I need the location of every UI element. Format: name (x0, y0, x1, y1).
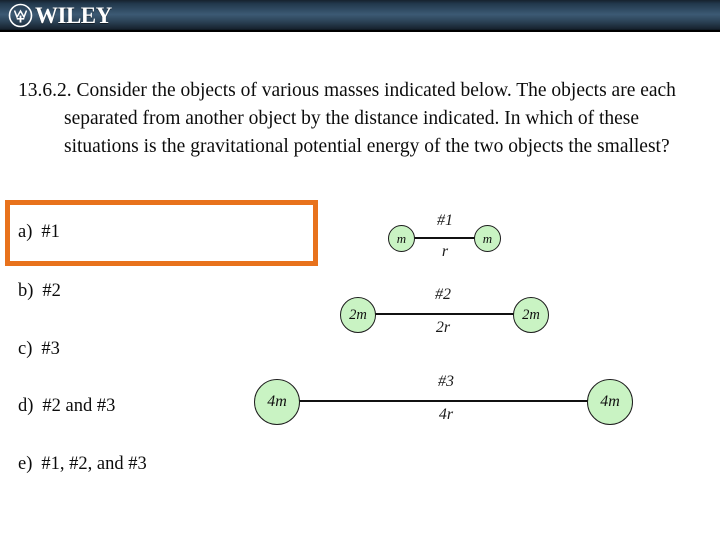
diagram-3-distance-label: 4r (438, 406, 454, 423)
question-number: 13.6.2. (18, 80, 72, 101)
wiley-header-bar: WILEY (0, 0, 720, 32)
diagram-2-separation-line (374, 313, 515, 316)
option-a[interactable]: a) #1 (18, 222, 60, 243)
diagram-1-left-mass: m (388, 225, 415, 252)
diagram-case-1: #1 m m r (380, 208, 510, 268)
wiley-circle-emblem-icon (8, 3, 33, 28)
wiley-logo: WILEY (8, 1, 112, 30)
diagram-3-left-mass: 4m (254, 379, 300, 425)
diagram-1-separation-line (413, 237, 476, 240)
option-e[interactable]: e) #1, #2, and #3 (18, 454, 147, 475)
question-paragraph: 13.6.2. Consider the objects of various … (18, 77, 708, 161)
option-e-letter: e) (18, 454, 33, 474)
diagram-3-right-mass: 4m (587, 379, 633, 425)
option-d[interactable]: d) #2 and #3 (18, 396, 115, 417)
option-c-label: #3 (41, 339, 60, 359)
diagram-2-left-mass: 2m (340, 297, 376, 333)
option-b-letter: b) (18, 281, 34, 301)
diagram-1-right-mass: m (474, 225, 501, 252)
option-c-letter: c) (18, 339, 33, 359)
option-c[interactable]: c) #3 (18, 339, 60, 360)
diagram-2-distance-label: 2r (435, 319, 451, 336)
diagram-3-separation-line (298, 400, 589, 403)
option-b-label: #2 (42, 281, 61, 301)
option-b[interactable]: b) #2 (18, 281, 61, 302)
diagram-3-top-label: #3 (438, 373, 454, 390)
diagram-case-2: #2 2m 2m 2r (336, 285, 554, 347)
diagram-2-top-label: #2 (435, 286, 451, 303)
option-e-label: #1, #2, and #3 (41, 454, 147, 474)
option-a-label: #1 (41, 222, 60, 242)
diagram-1-distance-label: r (441, 243, 449, 260)
question-body: Consider the objects of various masses i… (64, 80, 676, 157)
option-d-label: #2 and #3 (42, 396, 116, 416)
wiley-wordmark: WILEY (35, 3, 112, 28)
diagram-2-right-mass: 2m (513, 297, 549, 333)
diagram-1-top-label: #1 (437, 212, 453, 229)
option-d-letter: d) (18, 396, 34, 416)
question-block: 13.6.2. Consider the objects of various … (18, 77, 708, 161)
option-a-letter: a) (18, 222, 33, 242)
diagram-case-3: #3 4m 4m 4r (252, 372, 638, 436)
